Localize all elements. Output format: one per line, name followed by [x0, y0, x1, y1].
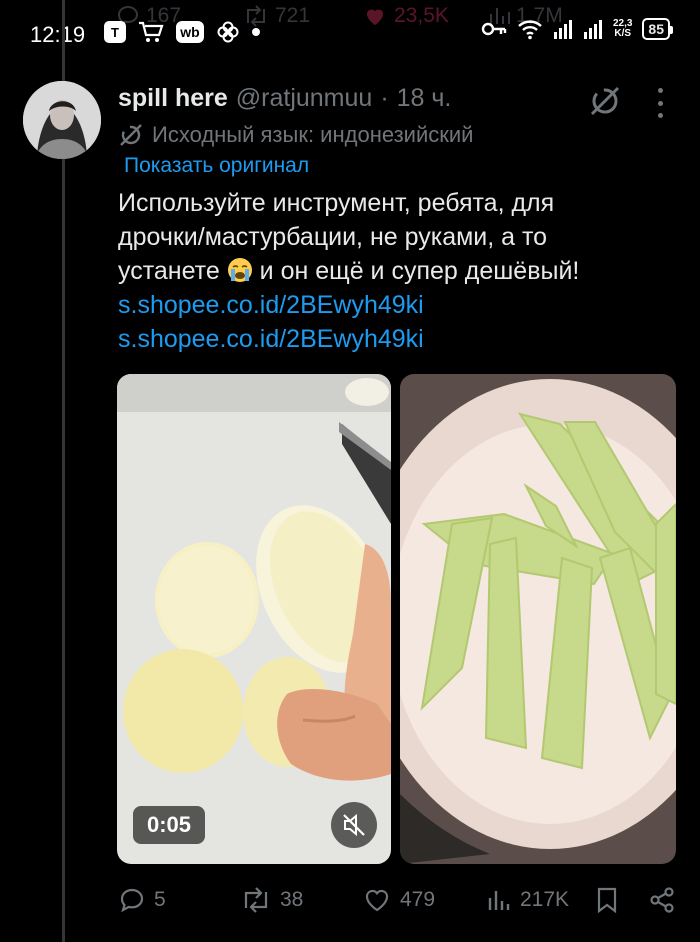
wifi-icon — [518, 20, 542, 40]
tweet-text-line-1: Используйте инструмент, ребята, для — [118, 189, 555, 217]
video-thumbnail[interactable]: 0:05 — [117, 374, 391, 864]
system-icons: 22,3 K/S 85 — [481, 18, 673, 40]
like-button[interactable]: 479 — [362, 886, 435, 914]
grok-icon[interactable] — [588, 84, 622, 118]
network-speed: 22,3 K/S — [612, 18, 633, 39]
video-frame-image — [117, 374, 391, 864]
obscured-likes: 23,5K — [362, 4, 449, 28]
like-count: 479 — [400, 888, 436, 911]
tweet-text-line-3a: устанете — [118, 257, 220, 285]
retweet-icon — [244, 887, 268, 913]
reply-button[interactable]: 5 — [118, 886, 166, 914]
author-handle[interactable]: @ratjunmuu — [236, 84, 373, 113]
share-icon — [650, 887, 674, 913]
more-notifications-dot — [252, 28, 260, 36]
shopee-link-2[interactable]: s.shopee.co.id/2BEwyh49ki — [118, 322, 688, 356]
bookmark-button[interactable] — [594, 886, 620, 914]
mute-icon — [343, 813, 365, 837]
like-icon — [365, 889, 389, 912]
author-name[interactable]: spill here — [118, 84, 228, 113]
loudly-crying-face-icon — [227, 258, 252, 282]
signal-icon — [553, 20, 572, 39]
tweet-text-line-3: устанете и он ещё и супер дешёвый! — [118, 254, 688, 288]
tweet-text-line-2: дрочки/мастурбации, не руками, а то — [118, 223, 548, 251]
views-button[interactable]: 217K — [486, 886, 569, 914]
signal-icon-2 — [583, 20, 602, 39]
tweet-timestamp[interactable]: 18 ч. — [397, 84, 452, 113]
avatar-photo — [23, 81, 101, 159]
retweet-count: 38 — [280, 888, 304, 911]
translation-note-text: Исходный язык: индонезийский — [152, 122, 474, 147]
more-icon[interactable] — [651, 88, 669, 118]
translate-icon — [120, 124, 142, 146]
header-separator: · — [380, 84, 389, 112]
status-bar: 167 721 23,5K 1,7M 12:19 T wb 22,3 K/S 8 — [0, 0, 700, 72]
tbank-icon: T — [104, 21, 126, 43]
avatar[interactable] — [23, 81, 101, 159]
share-button[interactable] — [648, 886, 676, 914]
view-count: 217K — [520, 888, 570, 911]
photo-thumbnail[interactable] — [400, 374, 676, 864]
wildberries-icon: wb — [176, 21, 204, 43]
tweet-actions: 5 38 479 217K — [118, 886, 686, 920]
show-original-link[interactable]: Показать оригинал — [124, 154, 309, 178]
notification-icons: T wb — [104, 20, 260, 44]
retweet-button[interactable]: 38 — [240, 886, 303, 914]
reply-icon — [120, 888, 144, 913]
mute-button[interactable] — [331, 802, 377, 848]
tweet-text-line-3b: и он ещё и супер дешёвый! — [259, 257, 580, 285]
reply-count: 5 — [154, 888, 166, 911]
views-icon — [488, 891, 510, 910]
cart-icon — [139, 21, 164, 42]
battery-indicator: 85 — [642, 18, 673, 40]
pinwheel-icon — [217, 21, 239, 43]
tweet-text: Используйте инструмент, ребята, для дроч… — [118, 186, 688, 356]
like-icon — [367, 9, 383, 25]
translation-note: Исходный язык: индонезийский — [118, 122, 473, 148]
bookmark-icon — [597, 887, 617, 914]
photo-image — [400, 374, 676, 864]
clock: 12:19 — [30, 22, 86, 47]
tweet-header: spill here @ratjunmuu · 18 ч. — [118, 84, 451, 113]
key-icon — [481, 22, 507, 36]
shopee-link-1[interactable]: s.shopee.co.id/2BEwyh49ki — [118, 288, 688, 322]
video-duration: 0:05 — [133, 806, 206, 844]
